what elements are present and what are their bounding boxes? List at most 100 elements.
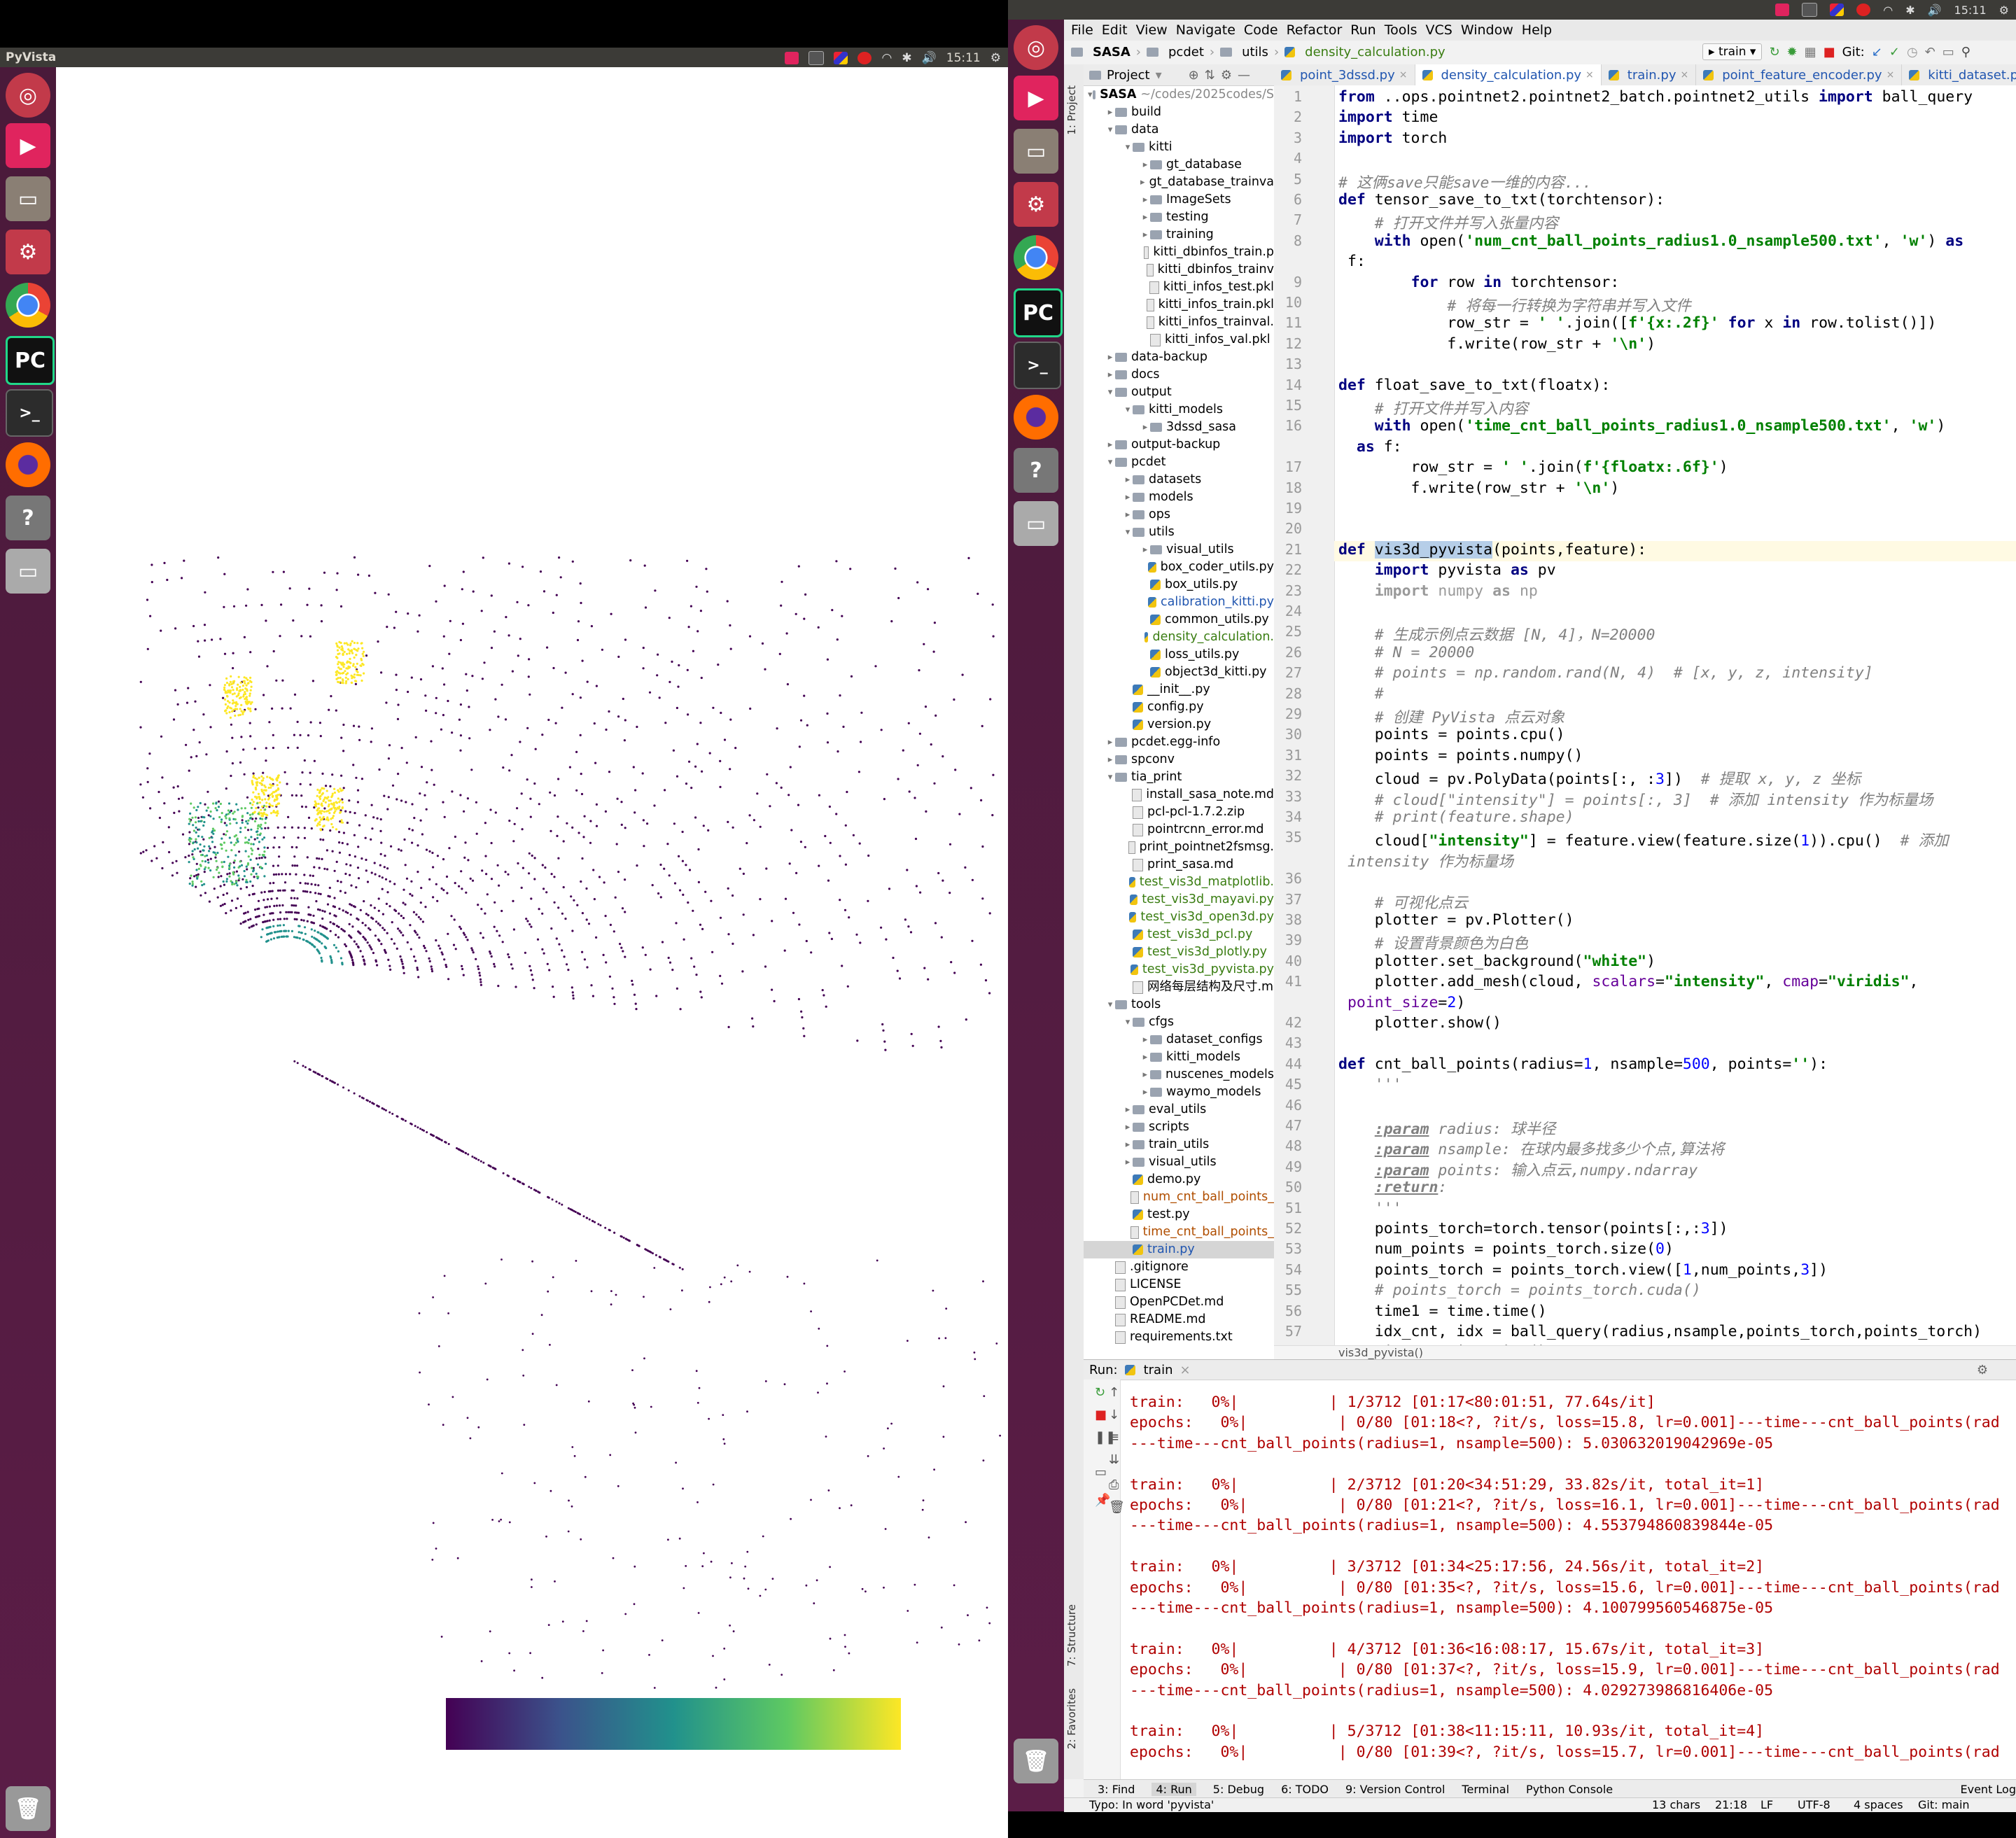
- menu-code[interactable]: Code: [1244, 22, 1278, 38]
- structure-tool-tab[interactable]: 7: Structure: [1065, 1604, 1078, 1667]
- code-line[interactable]: num_points = points_torch.size(0): [1338, 1240, 1674, 1258]
- close-icon[interactable]: ×: [1886, 69, 1895, 80]
- code-line[interactable]: # cloud["intensity"] = points[:, 3] # 添加…: [1338, 788, 1933, 810]
- code-line[interactable]: plotter.set_background("white"): [1338, 953, 1656, 970]
- line-separator[interactable]: LF: [1760, 1798, 1773, 1811]
- tree-folder[interactable]: ▸ kitti_models: [1084, 1048, 1274, 1066]
- tool-tab[interactable]: Python Console: [1526, 1783, 1613, 1796]
- tree-file[interactable]: test_vis3d_plotly.py: [1084, 943, 1274, 961]
- code-line[interactable]: # 这俩save只能save一维的内容...: [1338, 171, 1592, 192]
- chevron-down-icon[interactable]: ▾: [1123, 139, 1133, 156]
- chevron-right-icon[interactable]: ▸: [1140, 209, 1150, 226]
- code-line[interactable]: import torch: [1338, 129, 1447, 147]
- trash-icon[interactable]: 🗑: [1109, 1500, 1125, 1515]
- code-line[interactable]: # print(feature.shape): [1338, 808, 1574, 826]
- tree-file[interactable]: print_pointnet2fsmsg.: [1084, 839, 1274, 856]
- tree-folder[interactable]: ▾ output: [1084, 384, 1274, 401]
- tree-file[interactable]: test.py: [1084, 1206, 1274, 1223]
- menu-view[interactable]: View: [1136, 22, 1168, 38]
- scroll-to-end-icon[interactable]: ⇊: [1109, 1452, 1119, 1467]
- tree-file[interactable]: common_utils.py: [1084, 611, 1274, 629]
- code-line[interactable]: def vis3d_pyvista(points,feature):: [1338, 540, 1646, 559]
- tree-folder[interactable]: ▸ visual_utils: [1084, 1153, 1274, 1171]
- code-line[interactable]: points_torch = points_torch.view([1,num_…: [1338, 1261, 1828, 1279]
- project-tool-tab[interactable]: 1: Project: [1065, 85, 1078, 135]
- run-config-select[interactable]: ▸ train ▾: [1702, 43, 1763, 60]
- code-line[interactable]: plotter.show(): [1338, 1014, 1502, 1032]
- terminal-icon[interactable]: >_: [1014, 342, 1061, 389]
- code-line[interactable]: f:: [1338, 253, 1366, 270]
- menu-tools[interactable]: Tools: [1385, 22, 1418, 38]
- code-editor[interactable]: 1 from ..ops.pointnet2.pointnet2_batch.po…: [1274, 85, 2016, 1345]
- tree-folder[interactable]: ▸ spconv: [1084, 751, 1274, 769]
- tool-tab[interactable]: 3: Find: [1098, 1783, 1135, 1796]
- tree-file[interactable]: calibration_kitti.py: [1084, 594, 1274, 611]
- terminal-icon[interactable]: >_: [6, 389, 53, 437]
- tree-folder[interactable]: ▸ pcdet.egg-info: [1084, 734, 1274, 751]
- help-icon[interactable]: ?: [6, 496, 50, 540]
- cursor-position[interactable]: 21:18: [1715, 1798, 1747, 1811]
- chevron-down-icon[interactable]: ▾: [1105, 121, 1115, 139]
- print-icon[interactable]: ⎙: [1109, 1478, 1119, 1492]
- chrome-icon[interactable]: [1014, 235, 1058, 280]
- code-line[interactable]: # N = 20000: [1338, 644, 1474, 661]
- tree-folder[interactable]: ▸ docs: [1084, 366, 1274, 384]
- code-line[interactable]: import pyvista as pv: [1338, 561, 1556, 579]
- editor-tab[interactable]: kitti_dataset.py×: [1902, 64, 2016, 85]
- indent-setting[interactable]: 4 spaces: [1854, 1798, 1903, 1811]
- tree-file[interactable]: test_vis3d_pcl.py: [1084, 926, 1274, 943]
- code-line[interactable]: # 将每一行转换为字符串并写入文件: [1338, 294, 1690, 316]
- code-line[interactable]: def float_save_to_txt(floatx):: [1338, 377, 1610, 394]
- tree-file[interactable]: 网络每层结构及尺寸.m: [1084, 978, 1274, 996]
- stop-icon[interactable]: ■: [1823, 45, 1835, 59]
- rerun-icon[interactable]: ↻: [1095, 1385, 1105, 1400]
- chevron-down-icon[interactable]: ▾: [1105, 454, 1115, 471]
- code-line[interactable]: # points = np.random.rand(N, 4) # [x, y,…: [1338, 664, 1873, 682]
- code-line[interactable]: #: [1338, 685, 1384, 703]
- favorites-tool-tab[interactable]: 2: Favorites: [1065, 1688, 1078, 1749]
- tree-folder[interactable]: ▸ gt_database_trainva: [1084, 174, 1274, 191]
- code-line[interactable]: from ..ops.pointnet2.pointnet2_batch.poi…: [1338, 88, 1973, 106]
- run-tab-train[interactable]: train: [1144, 1363, 1173, 1377]
- tree-folder[interactable]: ▸ ImageSets: [1084, 191, 1274, 209]
- tree-file[interactable]: .gitignore: [1084, 1258, 1274, 1276]
- code-line[interactable]: for row in torchtensor:: [1338, 274, 1620, 291]
- chrome-icon[interactable]: [6, 283, 50, 328]
- close-icon[interactable]: ×: [1180, 1363, 1191, 1377]
- gear-icon[interactable]: ⚙: [1221, 68, 1232, 83]
- code-line[interactable]: # 打开文件并写入张量内容: [1338, 211, 1558, 233]
- collapse-icon[interactable]: ⇅: [1205, 68, 1215, 83]
- chevron-right-icon[interactable]: ▸: [1105, 349, 1115, 366]
- chevron-down-icon[interactable]: ▾: [1123, 1013, 1133, 1031]
- breadcrumb-item[interactable]: utils: [1242, 45, 1268, 59]
- tree-file[interactable]: object3d_kitti.py: [1084, 664, 1274, 681]
- firefox-icon[interactable]: [1014, 395, 1058, 440]
- tree-folder[interactable]: ▸ gt_database: [1084, 156, 1274, 174]
- chevron-down-icon[interactable]: ▾: [1156, 68, 1162, 83]
- code-line[interactable]: # 打开文件并写入内容: [1338, 397, 1528, 419]
- tree-folder[interactable]: ▸ eval_utils: [1084, 1101, 1274, 1118]
- target-icon[interactable]: ⊕: [1189, 68, 1199, 83]
- tree-file[interactable]: box_coder_utils.py: [1084, 559, 1274, 576]
- tree-file[interactable]: version.py: [1084, 716, 1274, 734]
- ubuntu-icon[interactable]: ◎: [6, 73, 50, 118]
- gear-icon[interactable]: ⚙: [990, 51, 1001, 65]
- code-line[interactable]: row_str = ' '.join(f'{floatx:.6f}'): [1338, 458, 1728, 476]
- chevron-down-icon[interactable]: ▾: [1105, 769, 1115, 786]
- tree-folder[interactable]: ▸ nuscenes_models: [1084, 1066, 1275, 1083]
- event-log-tab[interactable]: Event Log: [1961, 1783, 2016, 1796]
- wifi-icon[interactable]: ◠: [881, 51, 892, 65]
- chevron-right-icon[interactable]: ▸: [1140, 1083, 1150, 1101]
- chevron-right-icon[interactable]: ▸: [1140, 174, 1145, 191]
- files-icon[interactable]: ▭: [6, 176, 50, 221]
- code-line[interactable]: :return:: [1338, 1179, 1448, 1196]
- code-line[interactable]: row_str = ' '.join([f'{x:.2f}' for x in …: [1338, 314, 1936, 332]
- tree-folder[interactable]: ▾ SASA ~/codes/2025codes/S: [1084, 86, 1274, 104]
- tree-file[interactable]: OpenPCDet.md: [1084, 1293, 1274, 1311]
- keyboard-icon[interactable]: [1802, 3, 1818, 17]
- code-line[interactable]: # 设置背景颜色为白色: [1338, 932, 1528, 953]
- drive-icon[interactable]: ▭: [1014, 501, 1058, 546]
- git-rollback-icon[interactable]: ↶: [1925, 45, 1935, 59]
- tree-folder[interactable]: ▸ visual_utils: [1084, 541, 1274, 559]
- chevron-right-icon[interactable]: ▸: [1123, 1101, 1133, 1118]
